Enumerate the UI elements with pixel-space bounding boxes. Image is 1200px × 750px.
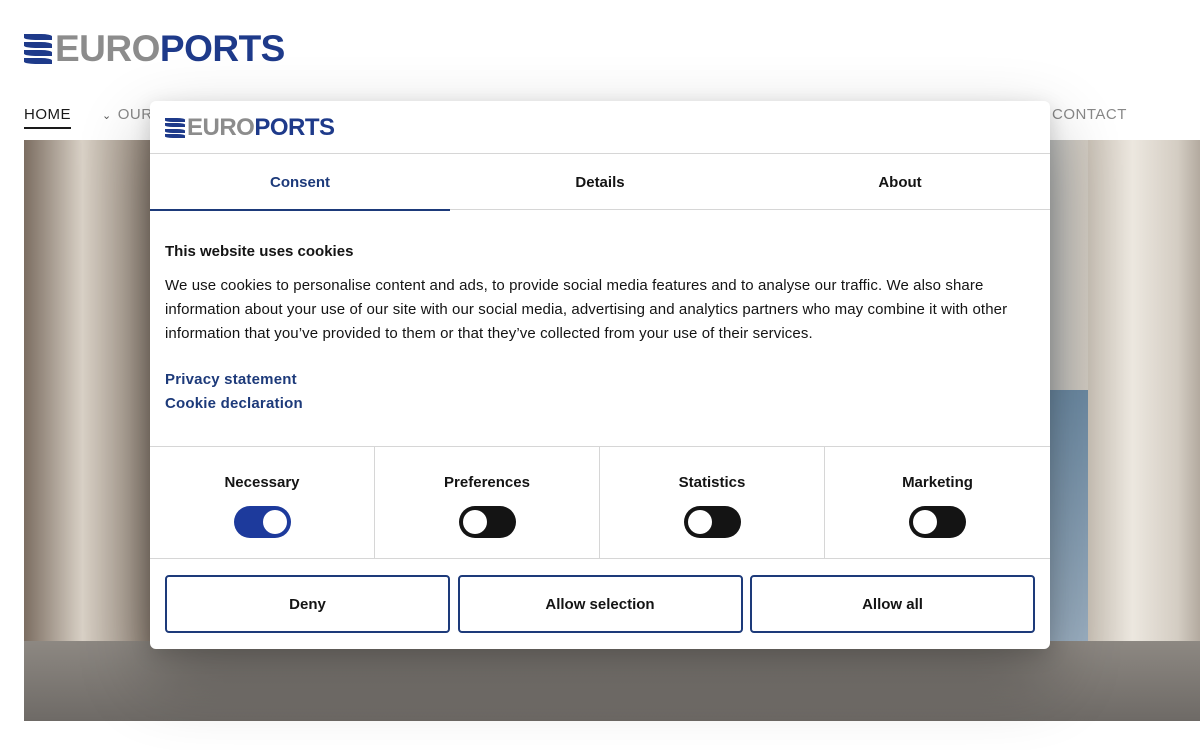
euroports-logo[interactable]: EUROPORTS	[24, 30, 285, 67]
nav-item-contact[interactable]: CONTACT	[1052, 106, 1127, 123]
consent-body: We use cookies to personalise content an…	[165, 277, 1008, 342]
allow-selection-button[interactable]: Allow selection	[457, 575, 743, 633]
dialog-tabs: Consent Details About	[150, 154, 1050, 211]
toggle-necessary: Necessary	[150, 447, 375, 559]
tab-consent[interactable]: Consent	[150, 154, 450, 211]
waves-logo-icon	[165, 118, 185, 138]
warehouse-floor	[24, 641, 1200, 721]
toggle-preferences: Preferences	[375, 447, 600, 559]
paper-roll-right	[1088, 140, 1200, 721]
toggle-label: Statistics	[678, 474, 746, 491]
cookie-category-toggles: Necessary Preferences Statistics Marketi…	[150, 446, 1050, 559]
chevron-down-icon: ⌄	[102, 110, 112, 122]
switch-knob	[463, 510, 487, 534]
consent-links: Privacy statement Cookie declaration	[165, 368, 303, 416]
toggle-label: Marketing	[902, 474, 973, 491]
cookie-declaration-link[interactable]: Cookie declaration	[165, 392, 303, 416]
deny-button[interactable]: Deny	[165, 575, 450, 633]
tab-details[interactable]: Details	[450, 154, 750, 210]
harbor-water	[1050, 390, 1088, 650]
logo-wordmark: EUROPORTS	[187, 114, 335, 141]
marketing-switch[interactable]	[909, 506, 966, 538]
dialog-header: EUROPORTS	[150, 101, 1050, 154]
dialog-logo: EUROPORTS	[165, 116, 335, 140]
switch-knob	[688, 510, 712, 534]
switch-knob	[913, 510, 937, 534]
consent-buttons: Deny Allow selection Allow all	[165, 575, 1035, 633]
statistics-switch[interactable]	[684, 506, 741, 538]
cookie-consent-dialog: EUROPORTS Consent Details About This web…	[150, 101, 1050, 649]
consent-heading: This website uses cookies	[165, 243, 354, 260]
waves-logo-icon	[24, 33, 52, 64]
paper-roll-left	[24, 140, 154, 721]
toggle-statistics: Statistics	[600, 447, 825, 559]
toggle-label: Preferences	[444, 474, 530, 491]
nav-item-home[interactable]: HOME	[24, 106, 71, 129]
nav-item-ours[interactable]: ⌄ OUR	[102, 106, 153, 123]
switch-knob	[263, 510, 287, 534]
preferences-switch[interactable]	[459, 506, 516, 538]
logo-wordmark: EUROPORTS	[55, 28, 285, 69]
toggle-label: Necessary	[224, 474, 300, 491]
toggle-marketing: Marketing	[825, 447, 1050, 559]
consent-content: This website uses cookies We use cookies…	[165, 243, 1035, 346]
tab-about[interactable]: About	[750, 154, 1050, 210]
necessary-switch[interactable]	[234, 506, 291, 538]
allow-all-button[interactable]: Allow all	[750, 575, 1035, 633]
privacy-statement-link[interactable]: Privacy statement	[165, 368, 303, 392]
